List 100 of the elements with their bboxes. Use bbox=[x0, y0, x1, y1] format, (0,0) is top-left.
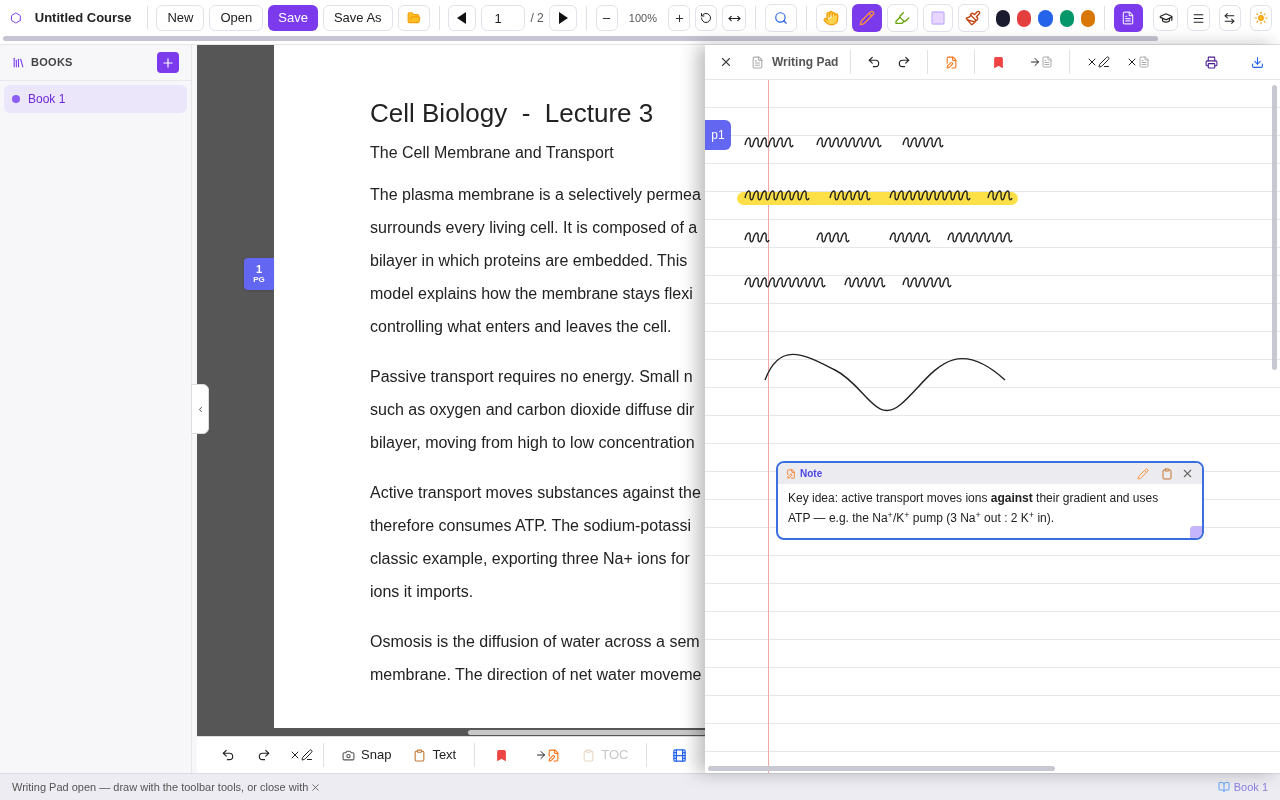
tool-button[interactable] bbox=[958, 4, 989, 32]
course-title: Untitled Course bbox=[34, 9, 132, 28]
bookmark-icon bbox=[494, 748, 508, 762]
collapse-sidebar-handle[interactable] bbox=[191, 384, 209, 434]
add-book-button[interactable] bbox=[157, 52, 179, 73]
book-icon bbox=[1217, 781, 1230, 793]
redo-icon bbox=[897, 55, 912, 69]
writing-pad-button[interactable] bbox=[1114, 4, 1143, 32]
document-scrollbar[interactable] bbox=[468, 730, 705, 735]
page-total: / 2 bbox=[530, 10, 544, 27]
page-icon bbox=[1138, 56, 1151, 68]
sun-icon bbox=[1253, 11, 1268, 25]
page-badge-number: 1 bbox=[255, 264, 263, 275]
pad-horizontal-scrollbar[interactable] bbox=[708, 766, 1055, 771]
tool-button[interactable] bbox=[851, 4, 882, 32]
paragraph-line: controlling what enters and leaves the cell. bbox=[370, 317, 673, 337]
pen-icon bbox=[301, 749, 313, 761]
close-icon bbox=[719, 55, 733, 69]
next-page-button[interactable] bbox=[548, 5, 577, 31]
vertical-scrollbar[interactable] bbox=[1272, 85, 1277, 370]
color-swatch[interactable] bbox=[1081, 9, 1096, 27]
writing-pad-title: Writing Pad bbox=[772, 54, 839, 71]
paragraph-line: Osmosis is the diffusion of water across a sem bbox=[370, 632, 701, 652]
notepad-icon bbox=[1121, 11, 1136, 25]
color-swatch[interactable] bbox=[995, 9, 1011, 27]
paragraph-line: The plasma membrane is a selectively permea bbox=[370, 185, 702, 205]
color-swatch[interactable] bbox=[1059, 9, 1074, 27]
arrow-right-icon bbox=[535, 749, 548, 761]
left-triangle-icon bbox=[457, 12, 468, 24]
file-button[interactable]: New bbox=[156, 5, 205, 31]
search-button[interactable] bbox=[765, 4, 798, 32]
menu-icon bbox=[1191, 11, 1205, 25]
swap-button[interactable] bbox=[1218, 5, 1241, 31]
paragraph-line: membrane. The direction of net water moveme bbox=[370, 665, 703, 685]
brush-icon bbox=[965, 10, 982, 26]
highlighter-icon bbox=[894, 10, 911, 26]
right-triangle-icon bbox=[557, 12, 568, 24]
file-button[interactable]: Save As bbox=[322, 5, 393, 31]
color-swatch[interactable] bbox=[1038, 9, 1053, 27]
clipboard-icon[interactable] bbox=[1161, 467, 1173, 480]
books-heading: BOOKS bbox=[31, 55, 73, 71]
close-icon[interactable] bbox=[1181, 467, 1194, 480]
page-badge-label: PG bbox=[253, 275, 265, 284]
menu-button[interactable] bbox=[1187, 5, 1210, 31]
rotate-button[interactable] bbox=[695, 5, 718, 31]
download-icon bbox=[1250, 55, 1264, 69]
status-message: Writing Pad open — draw with the toolbar tools, or close with bbox=[12, 779, 309, 795]
paragraph-line: Active transport moves substances against the bbox=[370, 483, 702, 503]
note-icon bbox=[786, 468, 796, 479]
fit-width-button[interactable] bbox=[722, 5, 747, 31]
course-button[interactable] bbox=[1152, 5, 1179, 31]
notepad-icon bbox=[751, 55, 764, 69]
page-edit-icon bbox=[547, 748, 561, 762]
undo-icon bbox=[221, 748, 235, 762]
page-edit-icon bbox=[944, 55, 958, 69]
folder-icon bbox=[406, 11, 421, 25]
swap-arrows-icon bbox=[1223, 11, 1237, 25]
plus-icon bbox=[673, 12, 685, 24]
plus-icon bbox=[161, 55, 175, 70]
lecture-subtitle: The Cell Membrane and Transport bbox=[370, 143, 615, 163]
note-text: Key idea: active transport moves ions against their gradient and uses ATP — e.g. the Na$^{+}$/K$^{+}$ pump (3 Na$^{+}$ out : 2 K$^{+}$ in). bbox=[787, 490, 1160, 527]
books-icon bbox=[12, 56, 25, 69]
clipboard-icon bbox=[582, 748, 596, 762]
color-swatch[interactable] bbox=[1017, 9, 1032, 27]
paragraph-line: Passive transport requires no energy. Small n bbox=[370, 367, 694, 387]
film-icon bbox=[671, 747, 687, 763]
paragraph-line: ions it imports. bbox=[370, 582, 475, 602]
page-number-field[interactable]: 1 bbox=[481, 5, 526, 31]
redo-icon bbox=[257, 748, 271, 762]
pen-icon bbox=[1098, 56, 1111, 68]
resize-handle[interactable] bbox=[1190, 526, 1202, 538]
tool-button[interactable] bbox=[886, 4, 918, 32]
zoom-level: 100% bbox=[627, 10, 658, 26]
bookmark-icon bbox=[991, 55, 1005, 69]
eraser-icon bbox=[929, 10, 946, 26]
hexagon-logo-icon bbox=[10, 11, 22, 25]
printer-icon bbox=[1204, 55, 1218, 69]
page-tab[interactable]: p1 bbox=[705, 120, 731, 150]
pencil-icon bbox=[858, 10, 875, 26]
previous-page-button[interactable] bbox=[448, 5, 477, 31]
paragraph-line: therefore consumes ATP. The sodium-potassi bbox=[370, 516, 693, 536]
cross-icon bbox=[289, 749, 301, 761]
snap-button[interactable]: Snap bbox=[334, 743, 400, 767]
undo-icon bbox=[867, 55, 882, 69]
paragraph-line: bilayer in which proteins are embedded. This bbox=[370, 251, 689, 271]
text-button[interactable]: Text bbox=[405, 743, 465, 767]
file-button[interactable]: Save bbox=[268, 5, 318, 31]
close-icon bbox=[310, 781, 322, 793]
book-item[interactable]: Book 1 bbox=[4, 85, 187, 113]
paragraph-line: model explains how the membrane stays flexi bbox=[370, 284, 694, 304]
paragraph-line: surrounds every living cell. It is composed of a bbox=[370, 218, 699, 238]
paragraph-line: such as oxygen and carbon dioxide diffuse dir bbox=[370, 400, 696, 420]
lecture-title: Cell Biology - Lecture 3 bbox=[370, 97, 655, 129]
horizontal-scrollbar[interactable] bbox=[3, 36, 1158, 41]
hand-icon bbox=[823, 10, 840, 26]
open-folder-button[interactable] bbox=[397, 5, 430, 31]
file-button[interactable]: Open bbox=[209, 5, 264, 31]
clipboard-icon bbox=[413, 748, 427, 762]
paragraph-line: classic example, exporting three Na+ ions for bbox=[370, 549, 691, 569]
rotate-icon bbox=[700, 12, 713, 24]
